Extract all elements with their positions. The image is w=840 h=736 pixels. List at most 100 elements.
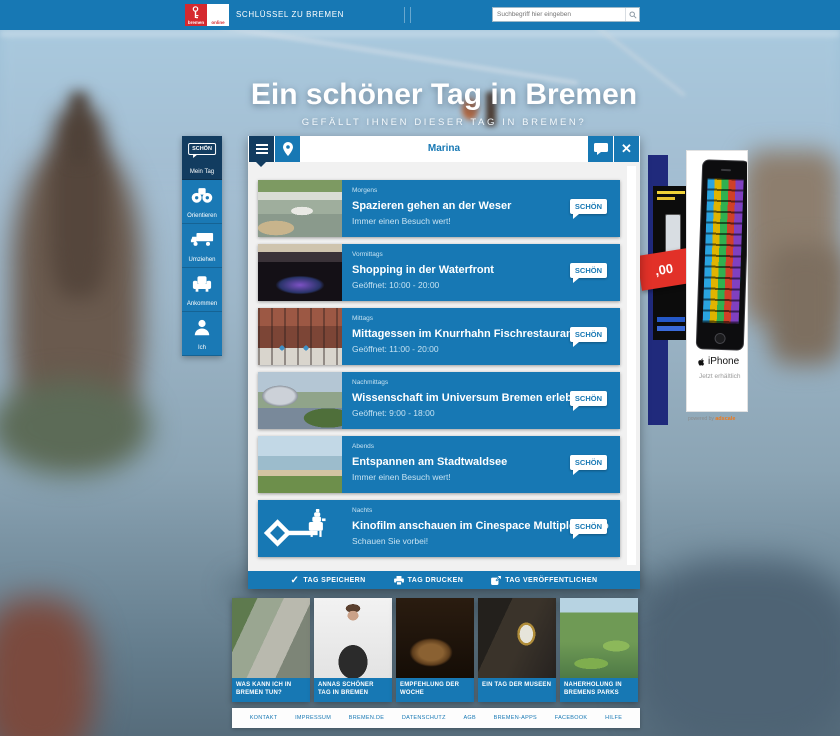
sidebar-item-umziehen[interactable]: Umziehen [182,224,222,268]
schoen-like-button[interactable]: SCHÖN [570,455,607,470]
check-icon: ✓ [291,575,300,586]
schoen-like-button[interactable]: SCHÖN [570,199,607,214]
footer-link-bremende[interactable]: BREMEN.DE [349,715,384,721]
sidebar-item-label: Orientieren [182,213,222,219]
ad-product-line: iPhone [697,356,739,367]
teaser-card-annas-tag[interactable]: ANNAS SCHÖNER TAG IN BREMEN [314,598,392,702]
ad-decoration [657,326,685,331]
sidebar-item-label: Ankommen [182,301,222,307]
teaser-photo-museum [478,598,556,678]
activity-title: Shopping in der Waterfront [352,264,494,276]
sidebar-item-orientieren[interactable]: Orientieren [182,180,222,224]
schoen-like-button[interactable]: SCHÖN [570,263,607,278]
sidebar-item-label: Ich [182,345,222,351]
key-musicians-icon [263,509,337,549]
teaser-photo-park [560,598,638,678]
search-box [492,7,640,22]
teaser-card-parks[interactable]: NAHERHOLUNG IN BREMENS PARKS [560,598,638,702]
activity-title: Mittagessen im Knurrhahn Fischrestaurant [352,328,576,340]
sidebar-item-ankommen[interactable]: Ankommen [182,268,222,312]
panel-title: Marina [248,136,640,162]
sidebar-item-mein-tag[interactable]: SCHÖN Mein Tag [182,136,222,180]
map-pin-button[interactable] [275,136,300,162]
activity-photo-restaurant [258,308,342,365]
activity-row-nachmittags[interactable]: Nachmittags Wissenschaft im Universum Br… [258,372,620,429]
footer-link-hilfe[interactable]: HILFE [605,715,622,721]
footer-link-facebook[interactable]: FACEBOOK [555,715,588,721]
print-day-button[interactable]: TAG DRUCKEN [394,576,464,585]
activity-row-morgens[interactable]: Morgens Spazieren gehen an der Weser Imm… [258,180,620,237]
iphone-screen [703,178,744,323]
teaser-caption: WAS KANN ICH IN BREMEN TUN? [232,678,310,702]
page: bremen online SCHLÜSSEL ZU BREMEN Ein sc… [0,0,840,736]
iphone-image [696,159,748,351]
time-of-day-label: Vormittags [352,251,383,258]
iphone-speaker [721,169,731,171]
activity-photo-stadtwaldsee [258,436,342,493]
activity-row-mittags[interactable]: Mittags Mittagessen im Knurrhahn Fischre… [258,308,620,365]
apple-logo-icon [697,357,706,367]
search-input[interactable] [493,11,625,18]
sidebar: SCHÖN Mein Tag Orientieren Umziehen Anko… [182,136,222,356]
site-title: SCHLÜSSEL ZU BREMEN [236,0,344,30]
teaser-card-was-kann-ich[interactable]: WAS KANN ICH IN BREMEN TUN? [232,598,310,702]
truck-icon [182,231,222,247]
footer-link-kontakt[interactable]: KONTAKT [250,715,278,721]
ad-decoration [657,191,685,194]
ad-iphone-panel[interactable]: iPhone Jetzt erhältlich [686,150,748,412]
teaser-caption: EIN TAG DER MUSEEN [478,678,556,702]
activity-subtitle: Geöffnet: 10:00 - 20:00 [352,280,439,290]
panel-action-bar: ✓ TAG SPEICHERN TAG DRUCKEN TAG VERÖFFEN… [248,571,640,589]
time-of-day-label: Nachmittags [352,379,388,386]
footer: KONTAKT IMPRESSUM BREMEN.DE DATENSCHUTZ … [232,708,640,728]
speech-bubble-icon [594,143,608,155]
schoen-bubble-icon: SCHÖN [188,143,216,155]
menu-button[interactable] [249,136,274,162]
day-planner-panel: Marina ✕ Morgens Spazieren gehen an der … [248,136,640,589]
topbar: bremen online SCHLÜSSEL ZU BREMEN [0,0,840,30]
time-of-day-label: Mittags [352,315,373,322]
logo-online-square: online [207,4,229,26]
ad-powered-by: powered by adscale [688,416,735,422]
map-pin-icon [283,142,293,156]
publish-day-button[interactable]: TAG VERÖFFENTLICHEN [491,576,597,585]
teaser-card-empfehlung[interactable]: EMPFEHLUNG DER WOCHE [396,598,474,702]
logo-bremen-label: bremen [185,20,207,25]
teaser-caption: EMPFEHLUNG DER WOCHE [396,678,474,702]
printer-icon [394,576,404,585]
footer-link-datenschutz[interactable]: DATENSCHUTZ [402,715,446,721]
footer-link-agb[interactable]: AGB [463,715,476,721]
panel-scrollbar[interactable] [627,166,636,565]
close-icon: ✕ [621,141,632,157]
sidebar-item-ich[interactable]: Ich [182,312,222,356]
activity-list: Morgens Spazieren gehen an der Weser Imm… [258,180,620,564]
activity-row-abends[interactable]: Abends Entspannen am Stadtwaldsee Immer … [258,436,620,493]
key-icon [191,6,200,19]
activity-photo-universum [258,372,342,429]
schoen-like-button[interactable]: SCHÖN [570,327,607,342]
activity-row-vormittags[interactable]: Vormittags Shopping in der Waterfront Ge… [258,244,620,301]
topbar-divider [404,7,405,23]
activity-subtitle: Immer einen Besuch wert! [352,472,451,482]
teaser-card-museen[interactable]: EIN TAG DER MUSEEN [478,598,556,702]
teaser-photo-market [232,598,310,678]
activity-title: Entspannen am Stadtwaldsee [352,456,507,468]
schoen-like-button[interactable]: SCHÖN [570,391,607,406]
bremen-online-logo[interactable]: bremen online [185,4,229,26]
footer-link-impressum[interactable]: IMPRESSUM [295,715,331,721]
close-button[interactable]: ✕ [614,136,639,162]
ad-decoration [657,317,685,322]
activity-subtitle: Geöffnet: 11:00 - 20:00 [352,344,439,354]
search-icon[interactable] [625,8,639,21]
schoen-like-button[interactable]: SCHÖN [570,519,607,534]
save-day-button[interactable]: ✓ TAG SPEICHERN [291,575,366,586]
time-of-day-label: Morgens [352,187,377,194]
panel-header: Marina ✕ [248,136,640,162]
ad-product-label: iPhone [708,356,739,367]
activity-row-nachts[interactable]: Nachts Kinofilm anschauen im Cinespace M… [258,500,620,557]
iphone-home-button [714,333,725,344]
footer-link-bremen-apps[interactable]: BREMEN-APPS [494,715,537,721]
ad-subtext: Jetzt erhältlich [699,373,741,380]
sidebar-item-label: Umziehen [182,257,222,263]
comment-button[interactable] [588,136,613,162]
